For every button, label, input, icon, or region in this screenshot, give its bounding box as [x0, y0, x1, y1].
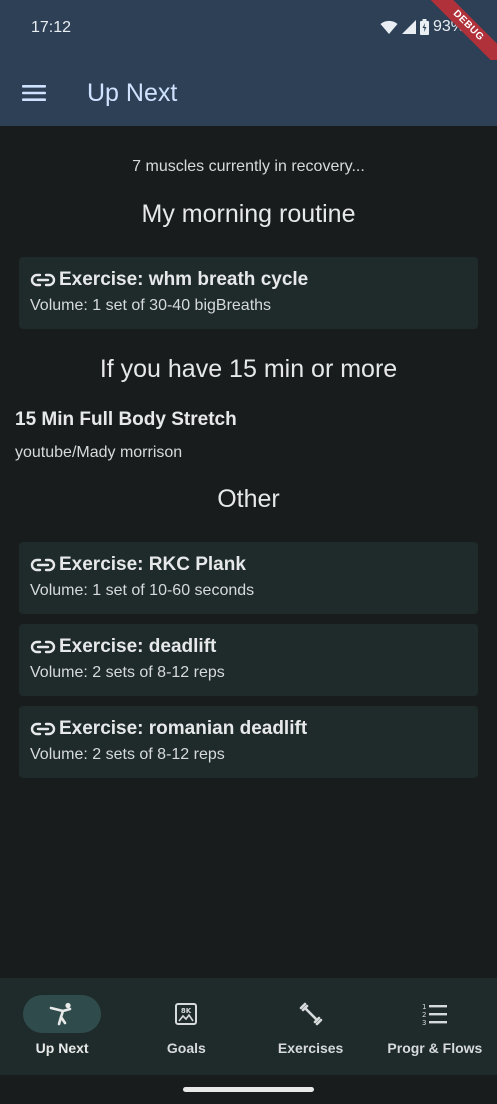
nav-tab-label: Goals — [166, 1040, 206, 1056]
exercise-card-volume: Volume: 2 sets of 8-12 reps — [30, 664, 225, 681]
nav-tab-goals[interactable]: 8K Goals — [124, 978, 248, 1075]
link-icon — [30, 558, 56, 572]
app-bar: Up Next — [0, 60, 497, 126]
page-title: Up Next — [87, 78, 178, 107]
exercise-card-title: Exercise: deadlift — [59, 636, 217, 657]
nav-tab-label: Exercises — [277, 1040, 344, 1056]
exercise-card-volume: Volume: 1 set of 10-60 seconds — [30, 582, 255, 599]
routine-item-title[interactable]: 15 Min Full Body Stretch — [15, 409, 237, 431]
nav-tab-label: Up Next — [35, 1040, 89, 1056]
svg-text:1: 1 — [422, 1003, 426, 1011]
exercise-card-title: Exercise: romanian deadlift — [59, 718, 308, 739]
section-title-other: Other — [217, 485, 280, 513]
exercise-card-volume: Volume: 1 set of 30-40 bigBreaths — [30, 297, 272, 314]
dumbbell-icon — [299, 1002, 322, 1026]
link-icon — [30, 273, 56, 287]
exercise-card[interactable]: Exercise: romanian deadlift Volume: 2 se… — [19, 706, 478, 778]
main-content[interactable]: 7 muscles currently in recovery... My mo… — [0, 126, 497, 978]
exercise-card-title: Exercise: whm breath cycle — [59, 269, 309, 290]
wifi-icon — [380, 20, 398, 35]
bottom-navigation: Up Next 8K Goals Exercises 1 2 3 Progr &… — [0, 978, 497, 1075]
exercise-card-volume: Volume: 2 sets of 8-12 reps — [30, 746, 225, 763]
recovery-status-text: 7 muscles currently in recovery... — [132, 158, 365, 175]
nav-tab-label: Progr & Flows — [387, 1040, 483, 1056]
battery-percent: 93% — [432, 18, 465, 35]
nav-tab-exercises[interactable]: Exercises — [249, 978, 373, 1075]
link-icon — [30, 640, 56, 654]
nav-active-indicator — [23, 995, 102, 1033]
exercise-card[interactable]: Exercise: RKC Plank Volume: 1 set of 10-… — [19, 542, 478, 614]
cell-signal-icon — [401, 20, 416, 34]
exercise-card[interactable]: Exercise: whm breath cycle Volume: 1 set… — [19, 257, 478, 329]
link-icon — [30, 722, 56, 736]
status-icons: 93% — [380, 18, 465, 36]
svg-text:2: 2 — [422, 1011, 426, 1019]
svg-text:3: 3 — [422, 1019, 426, 1026]
section-title-morning: My morning routine — [141, 200, 356, 228]
gesture-area — [0, 1075, 497, 1104]
nav-tab-progress-flows[interactable]: 1 2 3 Progr & Flows — [373, 978, 497, 1075]
section-title-fifteen-min: If you have 15 min or more — [99, 355, 398, 383]
status-bar: 17:12 93% — [0, 0, 497, 60]
numbered-list-icon: 1 2 3 — [422, 1003, 447, 1026]
battery-icon — [419, 19, 429, 35]
routine-item-source: youtube/Mady morrison — [15, 444, 183, 461]
gesture-handle[interactable] — [183, 1087, 314, 1092]
kick-figure-icon — [49, 1002, 72, 1026]
svg-text:8K: 8K — [181, 1007, 192, 1015]
nav-tab-up-next[interactable]: Up Next — [0, 978, 124, 1075]
goal-badge-icon: 8K — [175, 1003, 198, 1025]
exercise-card[interactable]: Exercise: deadlift Volume: 2 sets of 8-1… — [19, 624, 478, 696]
menu-button[interactable] — [1, 60, 67, 126]
exercise-card-title: Exercise: RKC Plank — [59, 554, 246, 575]
status-time: 17:12 — [31, 19, 72, 36]
hamburger-menu-icon — [22, 85, 46, 101]
